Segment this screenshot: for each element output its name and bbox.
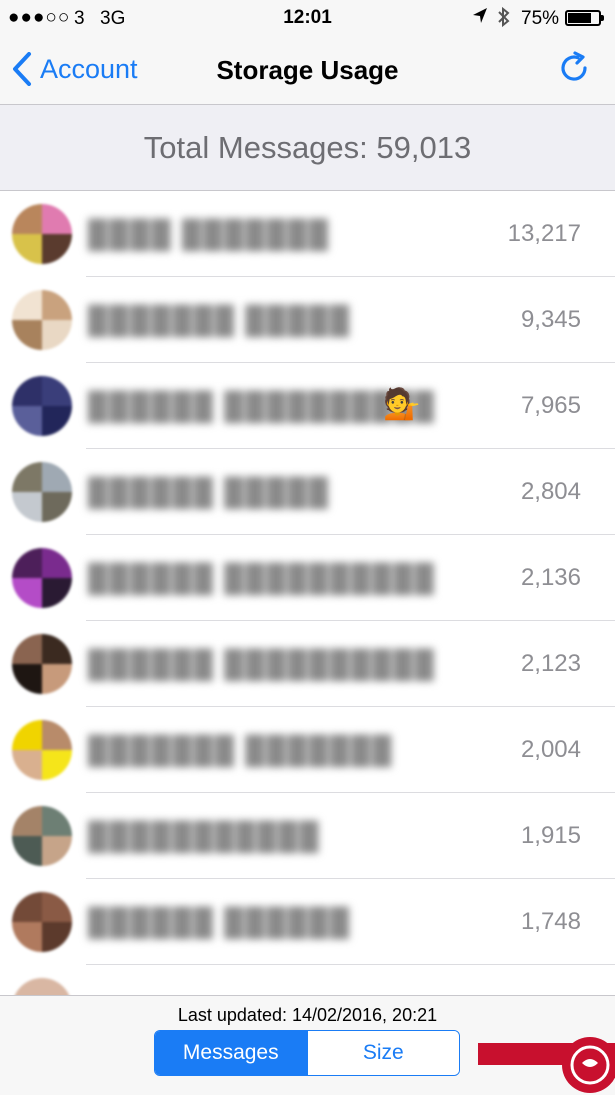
sort-segmented-control: Messages Size <box>154 1030 460 1076</box>
contact-row[interactable]: ██████ ██████████ 💁 7,965 <box>0 363 615 449</box>
avatar <box>12 376 72 436</box>
contact-row[interactable]: ████ ███████ 13,217 <box>0 191 615 277</box>
navigation-bar: Account Storage Usage <box>0 36 615 105</box>
watermark-logo <box>478 1035 615 1094</box>
avatar <box>12 720 72 780</box>
contact-name: ██████ █████ <box>88 477 330 507</box>
contact-row[interactable]: ███████ █████ 9,345 <box>0 277 615 363</box>
battery-icon <box>565 10 604 26</box>
contact-row[interactable]: ███████ ███████ 2,004 <box>0 707 615 793</box>
message-count: 2,804 <box>520 478 581 505</box>
contact-row[interactable]: ██████ █████ 2,804 <box>0 449 615 535</box>
contact-row[interactable]: ███████████ 1,915 <box>0 793 615 879</box>
battery-level-fill <box>568 13 592 23</box>
avatar <box>12 892 72 952</box>
contact-name: ████ ███████ <box>88 219 330 249</box>
message-count: 2,136 <box>520 564 581 591</box>
message-count: 1,915 <box>520 822 581 849</box>
avatar <box>12 204 72 264</box>
last-updated-label: Last updated: 14/02/2016, 20:21 <box>177 1005 438 1025</box>
avatar <box>12 290 72 350</box>
refresh-button[interactable] <box>556 50 592 86</box>
avatar <box>12 548 72 608</box>
segment-size[interactable]: Size <box>306 1031 459 1075</box>
contact-name: ███████████ <box>88 821 321 851</box>
contact-name: ██████ ██████████ <box>88 649 436 679</box>
message-count: 1,748 <box>520 908 581 935</box>
contact-name: ███████ █████ <box>88 305 352 335</box>
message-count: 2,123 <box>520 650 581 677</box>
avatar <box>12 806 72 866</box>
contact-name: ██████ ██████ <box>88 907 352 937</box>
emoji-icon: 💁 <box>383 388 421 421</box>
contact-row[interactable]: ██████ ██████████ 2,136 <box>0 535 615 621</box>
contact-name: ██████ ██████████ <box>88 563 436 593</box>
battery-percent: 75% <box>521 8 560 29</box>
bluetooth-icon <box>497 6 511 34</box>
refresh-icon <box>561 51 587 81</box>
contact-list: ████ ███████ 13,217 ███████ █████ 9,345 ████… <box>0 191 615 1051</box>
location-arrow-icon <box>472 6 488 32</box>
message-count: 13,217 <box>507 220 581 247</box>
message-count: 7,965 <box>520 392 581 419</box>
contact-row[interactable]: ██████ ██████ 1,748 <box>0 879 615 965</box>
avatar <box>12 462 72 522</box>
contact-name: ███████ ███████ <box>88 735 394 765</box>
message-count: 9,345 <box>520 306 581 333</box>
segment-messages[interactable]: Messages <box>155 1031 307 1075</box>
total-messages-header: Total Messages: 59,013 <box>0 105 615 191</box>
avatar <box>12 634 72 694</box>
status-bar: ●●●○○ 3 3G 12:01 75% <box>0 0 615 36</box>
contact-row[interactable]: ██████ ██████████ 2,123 <box>0 621 615 707</box>
message-count: 2,004 <box>520 736 581 763</box>
page-title: Storage Usage <box>216 55 399 85</box>
